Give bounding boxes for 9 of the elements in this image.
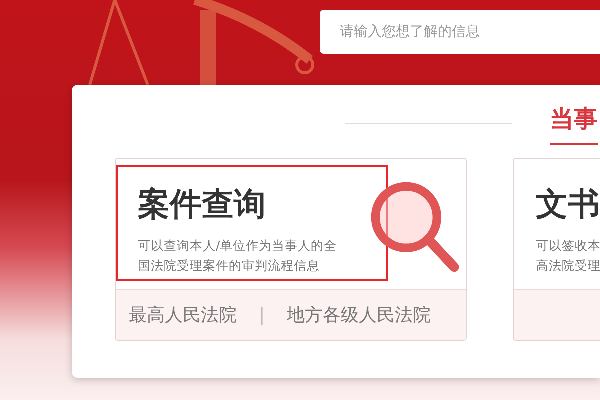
section-tab[interactable]: 当事: [550, 103, 598, 145]
card-description: 国法院受理案件的审判流程信息: [138, 257, 321, 275]
card-title: 文书: [536, 184, 600, 224]
card-title: 案件查询: [138, 184, 267, 224]
card-description: 可以查询本人/单位作为当事人的全: [138, 237, 338, 255]
court-link[interactable]: 最高人民法院: [129, 303, 237, 327]
link-separator: |: [259, 304, 266, 326]
search-field[interactable]: 请输入您想了解的信息: [320, 10, 600, 54]
court-link[interactable]: 地方各级人民法院: [287, 303, 432, 327]
